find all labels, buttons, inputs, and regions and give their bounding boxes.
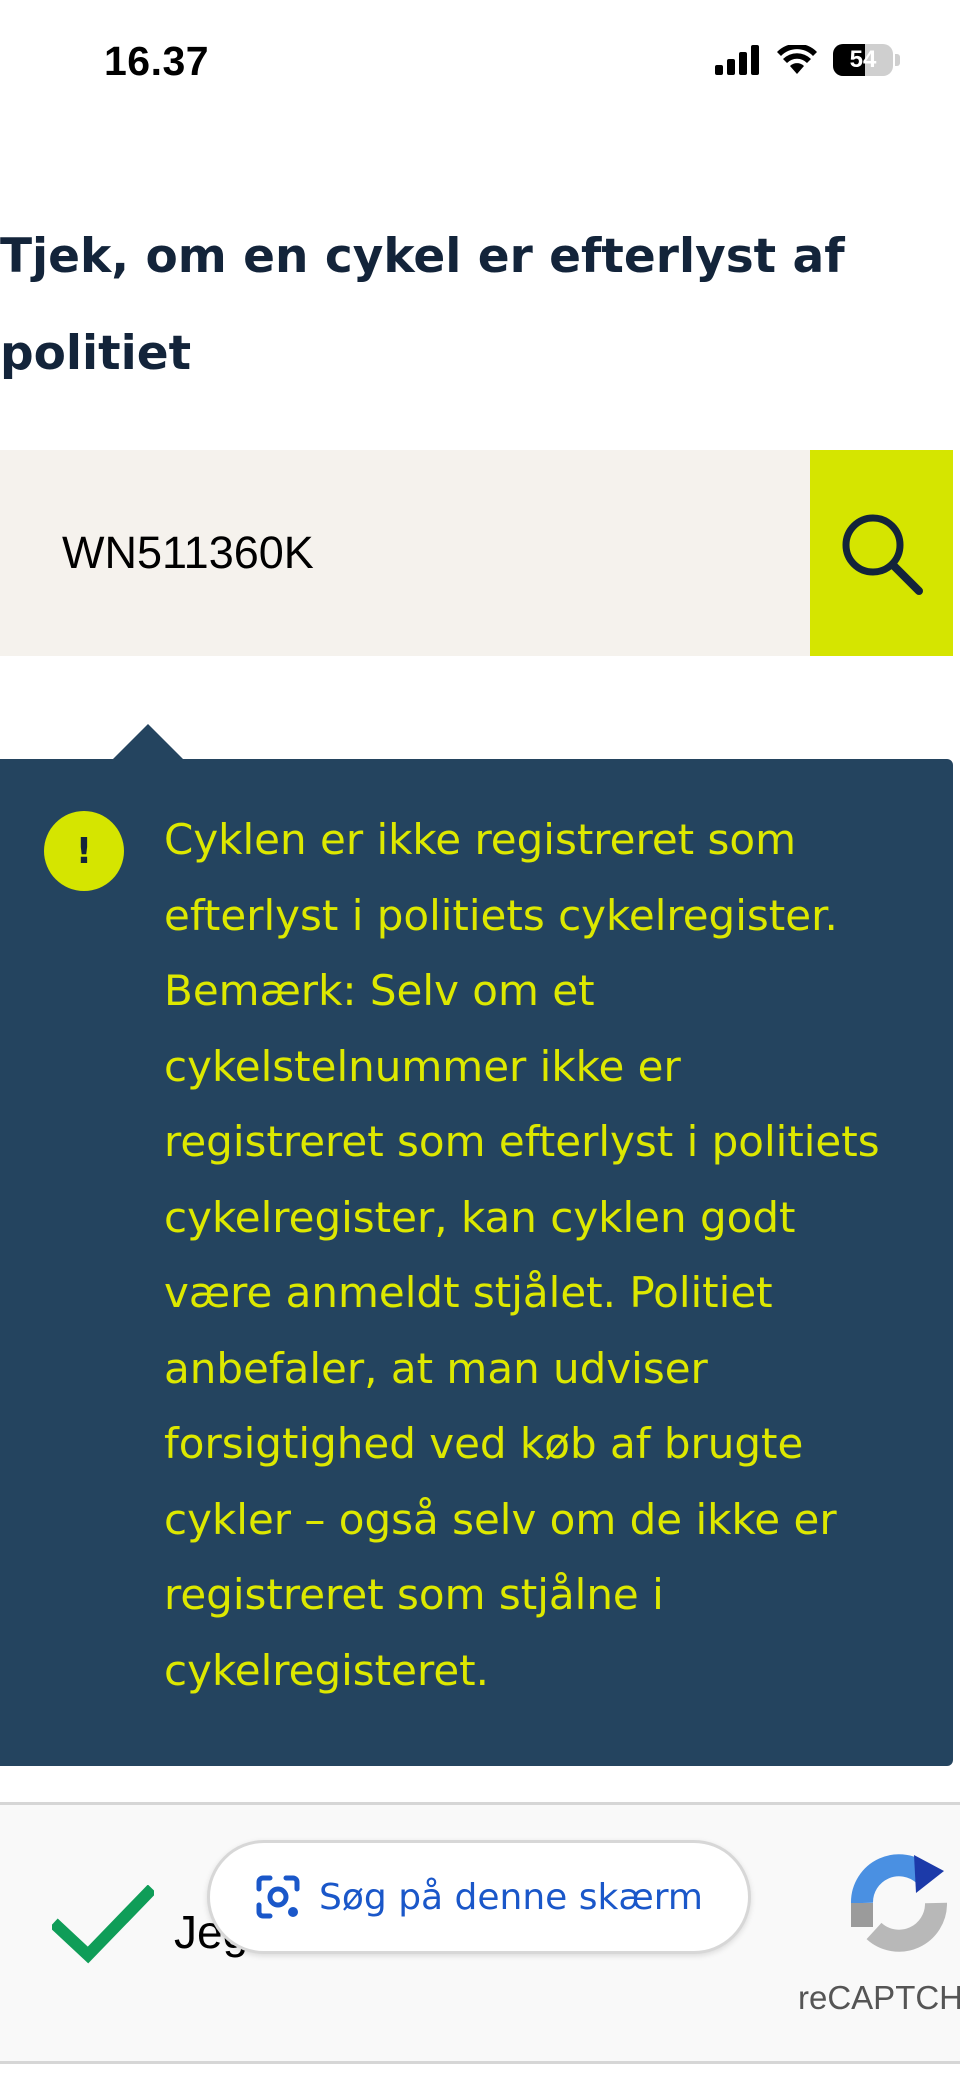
wifi-icon [777,45,817,74]
warning-icon: ! [44,811,124,891]
search-icon [842,514,923,595]
result-notice: ! Cyklen er ikke registreret som efterly… [0,759,953,1766]
status-bar: 16.37 54 [0,0,960,130]
status-time: 16.37 [104,38,210,84]
search-screen-button[interactable]: Søg på denne skærm [207,1840,751,1954]
search-screen-label: Søg på denne skærm [319,1876,703,1918]
result-message: Cyklen er ikke registreret som efterlyst… [164,815,880,1695]
battery-tip [895,54,900,66]
frame-number-input[interactable] [62,520,762,586]
lens-icon [256,1875,300,1919]
page-title: Tjek, om en cykel er efterlyst af politi… [0,229,845,381]
battery-level: 54 [849,46,877,73]
checkmark-icon[interactable] [52,1885,154,1965]
cellular-signal-icon [715,45,759,75]
battery-icon: 54 [833,44,893,76]
recaptcha-brand: reCAPTCHA [798,1979,960,2016]
search-box [0,450,810,656]
notice-pointer [112,724,184,760]
recaptcha-logo-icon [851,1854,947,1952]
search-button[interactable] [810,450,953,656]
status-icons: 54 [715,44,900,76]
